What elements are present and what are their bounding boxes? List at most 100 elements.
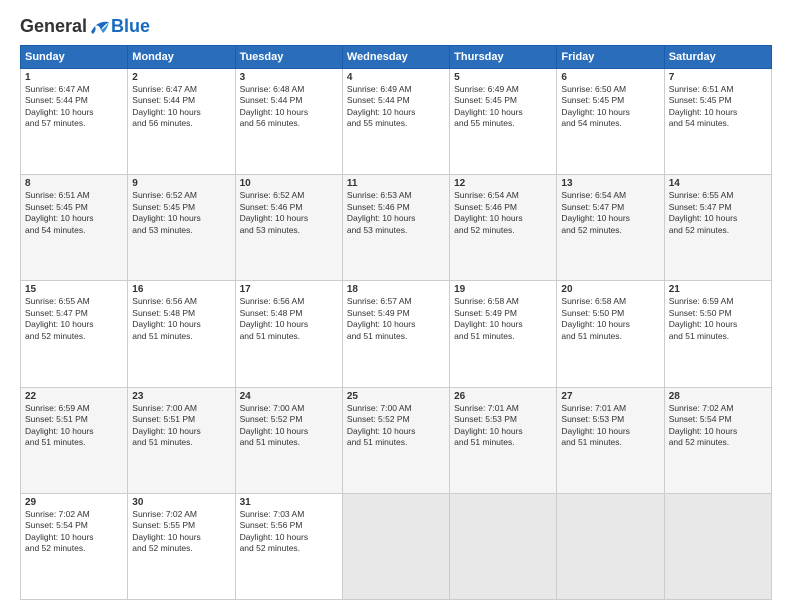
day-info: Sunrise: 6:52 AM Sunset: 5:45 PM Dayligh… — [132, 190, 230, 236]
calendar-cell — [342, 493, 449, 599]
calendar-cell: 6Sunrise: 6:50 AM Sunset: 5:45 PM Daylig… — [557, 69, 664, 175]
day-number: 16 — [132, 284, 230, 295]
calendar-cell: 21Sunrise: 6:59 AM Sunset: 5:50 PM Dayli… — [664, 281, 771, 387]
day-number: 7 — [669, 72, 767, 83]
day-info: Sunrise: 6:56 AM Sunset: 5:48 PM Dayligh… — [240, 296, 338, 342]
calendar-header-row: SundayMondayTuesdayWednesdayThursdayFrid… — [21, 46, 772, 69]
day-info: Sunrise: 6:55 AM Sunset: 5:47 PM Dayligh… — [25, 296, 123, 342]
calendar-cell: 24Sunrise: 7:00 AM Sunset: 5:52 PM Dayli… — [235, 387, 342, 493]
calendar-header-sunday: Sunday — [21, 46, 128, 69]
day-number: 27 — [561, 391, 659, 402]
day-number: 9 — [132, 178, 230, 189]
calendar-table: SundayMondayTuesdayWednesdayThursdayFrid… — [20, 45, 772, 600]
calendar-header-tuesday: Tuesday — [235, 46, 342, 69]
day-info: Sunrise: 7:00 AM Sunset: 5:52 PM Dayligh… — [347, 403, 445, 449]
day-number: 21 — [669, 284, 767, 295]
day-info: Sunrise: 7:02 AM Sunset: 5:54 PM Dayligh… — [25, 509, 123, 555]
calendar-cell: 29Sunrise: 7:02 AM Sunset: 5:54 PM Dayli… — [21, 493, 128, 599]
day-number: 1 — [25, 72, 123, 83]
calendar-cell: 26Sunrise: 7:01 AM Sunset: 5:53 PM Dayli… — [450, 387, 557, 493]
day-number: 8 — [25, 178, 123, 189]
calendar-cell: 20Sunrise: 6:58 AM Sunset: 5:50 PM Dayli… — [557, 281, 664, 387]
calendar-cell — [664, 493, 771, 599]
calendar-cell: 2Sunrise: 6:47 AM Sunset: 5:44 PM Daylig… — [128, 69, 235, 175]
day-number: 11 — [347, 178, 445, 189]
day-number: 24 — [240, 391, 338, 402]
logo-bird-icon — [89, 18, 111, 36]
day-info: Sunrise: 6:49 AM Sunset: 5:45 PM Dayligh… — [454, 84, 552, 130]
day-number: 13 — [561, 178, 659, 189]
calendar-cell: 1Sunrise: 6:47 AM Sunset: 5:44 PM Daylig… — [21, 69, 128, 175]
day-info: Sunrise: 6:57 AM Sunset: 5:49 PM Dayligh… — [347, 296, 445, 342]
day-number: 15 — [25, 284, 123, 295]
calendar-cell: 30Sunrise: 7:02 AM Sunset: 5:55 PM Dayli… — [128, 493, 235, 599]
calendar-week-row: 29Sunrise: 7:02 AM Sunset: 5:54 PM Dayli… — [21, 493, 772, 599]
calendar-cell: 10Sunrise: 6:52 AM Sunset: 5:46 PM Dayli… — [235, 175, 342, 281]
calendar-header-saturday: Saturday — [664, 46, 771, 69]
calendar-cell: 16Sunrise: 6:56 AM Sunset: 5:48 PM Dayli… — [128, 281, 235, 387]
day-info: Sunrise: 6:51 AM Sunset: 5:45 PM Dayligh… — [669, 84, 767, 130]
day-number: 23 — [132, 391, 230, 402]
day-number: 26 — [454, 391, 552, 402]
day-info: Sunrise: 6:58 AM Sunset: 5:49 PM Dayligh… — [454, 296, 552, 342]
day-number: 5 — [454, 72, 552, 83]
day-number: 18 — [347, 284, 445, 295]
calendar-cell: 25Sunrise: 7:00 AM Sunset: 5:52 PM Dayli… — [342, 387, 449, 493]
day-info: Sunrise: 7:00 AM Sunset: 5:51 PM Dayligh… — [132, 403, 230, 449]
day-info: Sunrise: 6:47 AM Sunset: 5:44 PM Dayligh… — [132, 84, 230, 130]
day-info: Sunrise: 6:58 AM Sunset: 5:50 PM Dayligh… — [561, 296, 659, 342]
calendar-cell: 13Sunrise: 6:54 AM Sunset: 5:47 PM Dayli… — [557, 175, 664, 281]
day-number: 4 — [347, 72, 445, 83]
calendar-week-row: 22Sunrise: 6:59 AM Sunset: 5:51 PM Dayli… — [21, 387, 772, 493]
day-info: Sunrise: 7:00 AM Sunset: 5:52 PM Dayligh… — [240, 403, 338, 449]
day-number: 19 — [454, 284, 552, 295]
calendar-cell: 4Sunrise: 6:49 AM Sunset: 5:44 PM Daylig… — [342, 69, 449, 175]
day-info: Sunrise: 6:50 AM Sunset: 5:45 PM Dayligh… — [561, 84, 659, 130]
page: General Blue SundayMondayTuesdayWednesda… — [0, 0, 792, 612]
calendar-cell: 9Sunrise: 6:52 AM Sunset: 5:45 PM Daylig… — [128, 175, 235, 281]
day-info: Sunrise: 6:59 AM Sunset: 5:50 PM Dayligh… — [669, 296, 767, 342]
day-info: Sunrise: 7:01 AM Sunset: 5:53 PM Dayligh… — [454, 403, 552, 449]
day-info: Sunrise: 6:51 AM Sunset: 5:45 PM Dayligh… — [25, 190, 123, 236]
day-info: Sunrise: 6:47 AM Sunset: 5:44 PM Dayligh… — [25, 84, 123, 130]
day-info: Sunrise: 6:53 AM Sunset: 5:46 PM Dayligh… — [347, 190, 445, 236]
calendar-cell: 5Sunrise: 6:49 AM Sunset: 5:45 PM Daylig… — [450, 69, 557, 175]
day-number: 2 — [132, 72, 230, 83]
calendar-cell: 22Sunrise: 6:59 AM Sunset: 5:51 PM Dayli… — [21, 387, 128, 493]
calendar-cell: 14Sunrise: 6:55 AM Sunset: 5:47 PM Dayli… — [664, 175, 771, 281]
logo: General Blue — [20, 16, 150, 37]
day-number: 29 — [25, 497, 123, 508]
calendar-cell: 17Sunrise: 6:56 AM Sunset: 5:48 PM Dayli… — [235, 281, 342, 387]
calendar-cell: 31Sunrise: 7:03 AM Sunset: 5:56 PM Dayli… — [235, 493, 342, 599]
day-info: Sunrise: 6:49 AM Sunset: 5:44 PM Dayligh… — [347, 84, 445, 130]
day-info: Sunrise: 6:56 AM Sunset: 5:48 PM Dayligh… — [132, 296, 230, 342]
day-number: 14 — [669, 178, 767, 189]
calendar-cell: 19Sunrise: 6:58 AM Sunset: 5:49 PM Dayli… — [450, 281, 557, 387]
header: General Blue — [20, 16, 772, 37]
day-number: 10 — [240, 178, 338, 189]
day-number: 31 — [240, 497, 338, 508]
calendar-cell: 3Sunrise: 6:48 AM Sunset: 5:44 PM Daylig… — [235, 69, 342, 175]
day-number: 17 — [240, 284, 338, 295]
day-number: 3 — [240, 72, 338, 83]
calendar-cell: 15Sunrise: 6:55 AM Sunset: 5:47 PM Dayli… — [21, 281, 128, 387]
calendar-cell: 12Sunrise: 6:54 AM Sunset: 5:46 PM Dayli… — [450, 175, 557, 281]
calendar-header-friday: Friday — [557, 46, 664, 69]
calendar-cell: 18Sunrise: 6:57 AM Sunset: 5:49 PM Dayli… — [342, 281, 449, 387]
calendar-week-row: 15Sunrise: 6:55 AM Sunset: 5:47 PM Dayli… — [21, 281, 772, 387]
day-info: Sunrise: 6:52 AM Sunset: 5:46 PM Dayligh… — [240, 190, 338, 236]
day-number: 6 — [561, 72, 659, 83]
day-info: Sunrise: 6:55 AM Sunset: 5:47 PM Dayligh… — [669, 190, 767, 236]
day-number: 22 — [25, 391, 123, 402]
day-number: 20 — [561, 284, 659, 295]
logo-general-text: General — [20, 16, 87, 37]
day-number: 12 — [454, 178, 552, 189]
day-info: Sunrise: 7:02 AM Sunset: 5:55 PM Dayligh… — [132, 509, 230, 555]
calendar-week-row: 8Sunrise: 6:51 AM Sunset: 5:45 PM Daylig… — [21, 175, 772, 281]
day-info: Sunrise: 7:02 AM Sunset: 5:54 PM Dayligh… — [669, 403, 767, 449]
day-info: Sunrise: 6:54 AM Sunset: 5:46 PM Dayligh… — [454, 190, 552, 236]
day-info: Sunrise: 7:03 AM Sunset: 5:56 PM Dayligh… — [240, 509, 338, 555]
calendar-cell — [450, 493, 557, 599]
day-number: 25 — [347, 391, 445, 402]
day-info: Sunrise: 6:48 AM Sunset: 5:44 PM Dayligh… — [240, 84, 338, 130]
